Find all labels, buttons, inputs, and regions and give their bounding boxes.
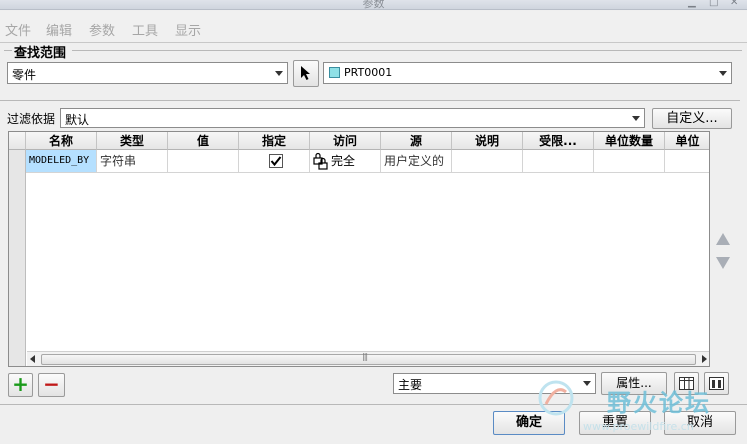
cell-type[interactable]: 字符串 — [97, 150, 168, 173]
search-scope-title: 查找范围 — [14, 46, 67, 61]
row-header-corner — [9, 132, 26, 150]
title-bar: 参数 ▁ □ ✕ — [0, 0, 747, 10]
part-icon — [329, 67, 340, 78]
chevron-down-icon — [630, 111, 642, 125]
group-frame-top — [72, 50, 742, 51]
menu-file[interactable]: 文件 — [5, 20, 31, 39]
cell-source[interactable]: 用户定义的 — [381, 150, 452, 173]
col-header-type[interactable]: 类型 — [97, 132, 168, 150]
access-value: 完全 — [331, 154, 356, 168]
cell-designate[interactable] — [239, 150, 310, 173]
filter-label: 过滤依据 — [7, 112, 56, 126]
add-parameter-button[interactable]: + — [8, 373, 33, 397]
col-header-access[interactable]: 访问 — [310, 132, 381, 150]
menu-edit[interactable]: 编辑 — [46, 20, 72, 39]
cell-unit-quantity[interactable] — [594, 150, 665, 173]
scope-type-value: 零件 — [12, 68, 37, 82]
group-frame-left — [4, 50, 12, 51]
move-up-icon[interactable] — [715, 232, 731, 246]
col-header-restricted[interactable]: 受限... — [523, 132, 594, 150]
group-frame-bottom — [0, 100, 740, 101]
scroll-left-icon[interactable] — [30, 355, 35, 363]
scroll-grip: ||| — [362, 352, 368, 361]
cell-restricted[interactable] — [523, 150, 594, 173]
lock-icon — [313, 152, 328, 170]
filter-dropdown[interactable]: 默认 — [60, 108, 645, 128]
cell-description[interactable] — [452, 150, 523, 173]
select-model-button[interactable] — [293, 60, 319, 87]
col-header-description[interactable]: 说明 — [452, 132, 523, 150]
model-value: PRT0001 — [344, 66, 393, 79]
cell-value[interactable] — [168, 150, 239, 173]
col-header-value[interactable]: 值 — [168, 132, 239, 150]
remove-parameter-button[interactable]: − — [38, 373, 65, 397]
cell-access[interactable]: 完全 — [310, 150, 381, 173]
minus-icon: − — [43, 372, 60, 396]
column-split-icon — [709, 377, 724, 390]
row-header-column — [9, 150, 26, 366]
chevron-down-icon — [581, 376, 593, 390]
col-header-source[interactable]: 源 — [381, 132, 452, 150]
maximize-icon[interactable]: □ — [709, 0, 718, 8]
menu-display[interactable]: 显示 — [175, 20, 201, 39]
scroll-thumb[interactable]: ||| — [41, 352, 696, 365]
col-header-name[interactable]: 名称 — [26, 132, 97, 150]
filter-value: 默认 — [65, 113, 90, 127]
minimize-icon[interactable]: ▁ — [688, 0, 696, 8]
horizontal-scrollbar[interactable]: ||| — [27, 351, 709, 366]
checkbox-checked-icon[interactable] — [269, 154, 283, 168]
col-header-designate[interactable]: 指定 — [239, 132, 310, 150]
menu-parameters[interactable]: 参数 — [89, 20, 115, 39]
menu-tools[interactable]: 工具 — [132, 20, 158, 39]
close-icon[interactable]: ✕ — [730, 0, 738, 8]
parameters-table: 名称 类型 值 指定 访问 源 说明 受限... 单位数量 单位 MODELED… — [8, 131, 710, 367]
menu-bar: 文件 编辑 参数 工具 显示 — [0, 11, 747, 43]
watermark-text: 野火论坛 — [607, 389, 711, 417]
col-header-unit-quantity[interactable]: 单位数量 — [594, 132, 665, 150]
plus-icon: + — [12, 372, 29, 396]
watermark-logo-icon — [538, 380, 574, 416]
scope-type-dropdown[interactable]: 零件 — [7, 62, 288, 84]
pointer-arrow-icon — [301, 66, 310, 80]
chevron-down-icon — [273, 66, 285, 80]
view-value: 主要 — [398, 378, 423, 392]
customize-button[interactable]: 自定义... — [652, 108, 732, 129]
cell-name[interactable]: MODELED_BY — [26, 150, 97, 173]
scroll-right-icon[interactable] — [702, 355, 707, 363]
chevron-down-icon — [717, 66, 729, 80]
model-dropdown[interactable]: PRT0001 — [323, 62, 732, 84]
cell-unit[interactable] — [665, 150, 709, 173]
watermark-url: www.proewildfire.cn — [583, 420, 694, 433]
window-title: 参数 — [362, 0, 385, 10]
col-header-unit[interactable]: 单位 — [665, 132, 709, 150]
move-down-icon[interactable] — [715, 256, 731, 270]
